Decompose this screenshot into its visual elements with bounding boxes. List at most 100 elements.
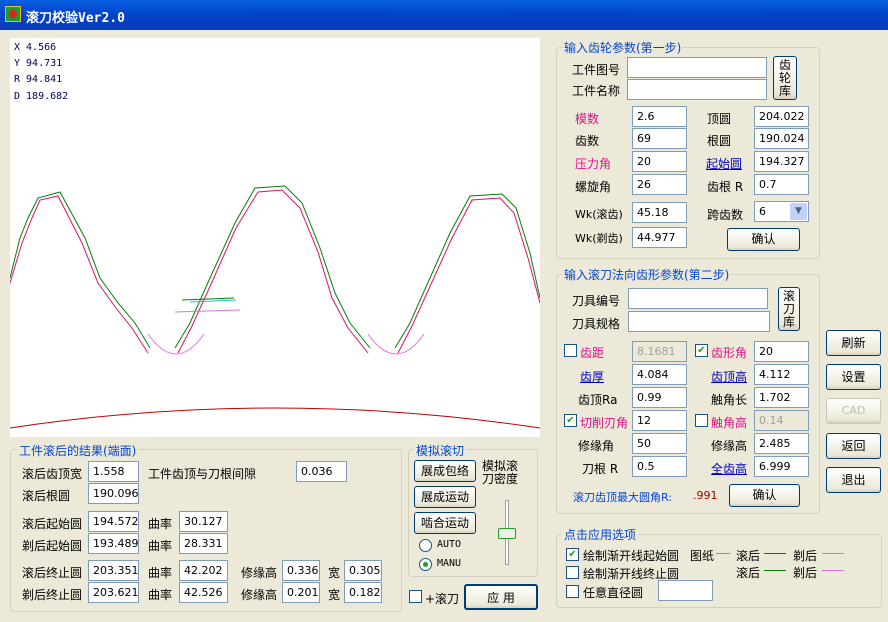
hob-library-button[interactable]: 滚刀库: [778, 287, 800, 331]
gear-confirm-button[interactable]: 确认: [727, 228, 800, 251]
contact-height-field[interactable]: 0.14: [754, 410, 809, 431]
part-no-field[interactable]: [627, 57, 767, 78]
wk-shave-field[interactable]: 44.977: [632, 227, 687, 248]
pitch-field[interactable]: 8.1681: [632, 341, 687, 362]
tip-circle-field[interactable]: 204.022: [754, 106, 809, 127]
refresh-button[interactable]: 刷新: [826, 330, 881, 356]
span-teeth-select[interactable]: 6 ▼: [754, 201, 809, 222]
helix-angle-field[interactable]: 26: [632, 174, 687, 195]
manu-radio[interactable]: [419, 558, 432, 571]
shave-end-width-label: 宽: [328, 588, 341, 602]
max-radius-value: .991: [693, 489, 718, 502]
mod-angle-label: 修缘角: [578, 439, 615, 453]
teeth-field[interactable]: 69: [632, 128, 687, 149]
roll-start-field[interactable]: 194.572: [88, 511, 139, 532]
roll-end-width-field[interactable]: 0.305: [344, 560, 382, 581]
rolled-profile: [10, 185, 540, 349]
helix-angle-label: 螺旋角: [575, 180, 612, 194]
root-circle-result-label: 滚后根圆: [22, 489, 71, 503]
any-diameter-field[interactable]: [658, 580, 713, 601]
roll-start-curv-label: 曲率: [148, 517, 173, 531]
legend-rolled-label: 滚后: [736, 549, 761, 563]
profile-angle-checkbox[interactable]: ✔: [695, 344, 708, 357]
density-label: 模拟滚刀密度: [482, 459, 519, 486]
gear-library-button[interactable]: 齿轮库: [773, 56, 797, 100]
contact-length-field[interactable]: 1.702: [754, 387, 809, 408]
tip-width-field[interactable]: 1.558: [88, 461, 139, 482]
shave-end-field[interactable]: 203.621: [88, 582, 139, 603]
mod-height-label: 修缘高: [711, 439, 748, 453]
cad-button[interactable]: CAD: [826, 398, 881, 424]
exit-button[interactable]: 退出: [826, 467, 881, 493]
tool-spec-field[interactable]: [628, 311, 770, 332]
end-circle-checkbox[interactable]: [566, 566, 579, 579]
full-height-link[interactable]: 全齿高: [711, 460, 747, 477]
auto-label: AUTO: [437, 539, 462, 550]
roll-end-field[interactable]: 203.351: [88, 560, 139, 581]
thickness-field[interactable]: 4.084: [632, 364, 687, 385]
tip-ra-label: 齿顶Ra: [578, 393, 618, 407]
tool-root-r-label: 刀根 R: [582, 462, 619, 476]
start-circle-option-label: 绘制渐开线起始圆: [583, 549, 680, 563]
thickness-link[interactable]: 齿厚: [580, 368, 604, 385]
module-label: 模数: [575, 112, 600, 126]
apply-button[interactable]: 应 用: [464, 584, 538, 610]
hob-checkbox[interactable]: [409, 590, 422, 603]
shave-start-label: 剃后起始圆: [22, 539, 83, 553]
part-name-label: 工件名称: [572, 84, 621, 98]
span-teeth-label: 跨齿数: [707, 208, 744, 222]
cut-angle-field[interactable]: 12: [632, 410, 687, 431]
part-name-field[interactable]: [627, 79, 767, 100]
back-button[interactable]: 返回: [826, 433, 881, 459]
root-circle-field[interactable]: 190.024: [754, 128, 809, 149]
shave-end-curv-field[interactable]: 42.526: [179, 582, 228, 603]
start-circle-field[interactable]: 194.327: [754, 151, 809, 172]
root-fillet: [147, 333, 425, 355]
wk-roll-field[interactable]: 45.18: [632, 202, 687, 223]
cut-angle-checkbox[interactable]: ✔: [564, 414, 577, 427]
gear-profile-canvas[interactable]: X 4.566 Y 94.731 R 94.841 D 189.682: [10, 38, 540, 437]
apply-options-title: 点击应用选项: [562, 526, 639, 543]
legend-rolled-line: [764, 553, 786, 554]
roll-end-mod-field[interactable]: 0.336: [282, 560, 320, 581]
root-r-field[interactable]: 0.7: [754, 174, 809, 195]
addendum-field[interactable]: 4.112: [754, 364, 809, 385]
shave-start-curv-field[interactable]: 28.331: [179, 533, 228, 554]
mod-height-field[interactable]: 2.485: [754, 433, 809, 454]
shave-end-label: 剃后终止圆: [22, 588, 83, 602]
start-circle-link[interactable]: 起始圆: [706, 155, 742, 172]
envelope-button[interactable]: 展成包络: [414, 460, 476, 482]
legend-shaved-line: [822, 553, 844, 554]
settings-button[interactable]: 设置: [826, 364, 881, 390]
tool-no-label: 刀具编号: [572, 294, 621, 308]
pressure-angle-field[interactable]: 20: [632, 151, 687, 172]
generating-motion-button[interactable]: 展成运动: [414, 486, 476, 508]
pitch-checkbox[interactable]: [564, 344, 577, 357]
roll-start-curv-field[interactable]: 30.127: [179, 511, 228, 532]
clearance-field[interactable]: 0.036: [296, 461, 347, 482]
roll-end-curv-field[interactable]: 42.202: [179, 560, 228, 581]
addendum-link[interactable]: 齿顶高: [711, 368, 747, 385]
root-circle-result-field[interactable]: 190.096: [88, 483, 139, 504]
profile-angle-field[interactable]: 20: [754, 341, 809, 362]
mesh-motion-button[interactable]: 啮合运动: [414, 512, 476, 534]
hob-confirm-button[interactable]: 确认: [729, 484, 800, 507]
shave-end-mod-label: 修缘高: [241, 588, 278, 602]
auto-radio[interactable]: [419, 539, 432, 552]
tip-ra-field[interactable]: 0.99: [632, 387, 687, 408]
density-slider-thumb[interactable]: [498, 528, 516, 539]
shave-start-field[interactable]: 193.489: [88, 533, 139, 554]
mod-angle-field[interactable]: 50: [632, 433, 687, 454]
module-field[interactable]: 2.6: [632, 106, 687, 127]
roll-end-label: 滚后终止圆: [22, 566, 83, 580]
full-height-field[interactable]: 6.999: [754, 456, 809, 477]
chevron-down-icon[interactable]: ▼: [790, 203, 807, 220]
any-diameter-checkbox[interactable]: [566, 585, 579, 598]
tool-no-field[interactable]: [628, 288, 768, 309]
shave-end-width-field[interactable]: 0.182: [344, 582, 382, 603]
shave-end-mod-field[interactable]: 0.201: [282, 582, 320, 603]
contact-height-checkbox[interactable]: [695, 414, 708, 427]
start-circle-checkbox[interactable]: ✔: [566, 548, 579, 561]
tool-root-r-field[interactable]: 0.5: [632, 456, 687, 477]
roll-start-label: 滚后起始圆: [22, 517, 83, 531]
